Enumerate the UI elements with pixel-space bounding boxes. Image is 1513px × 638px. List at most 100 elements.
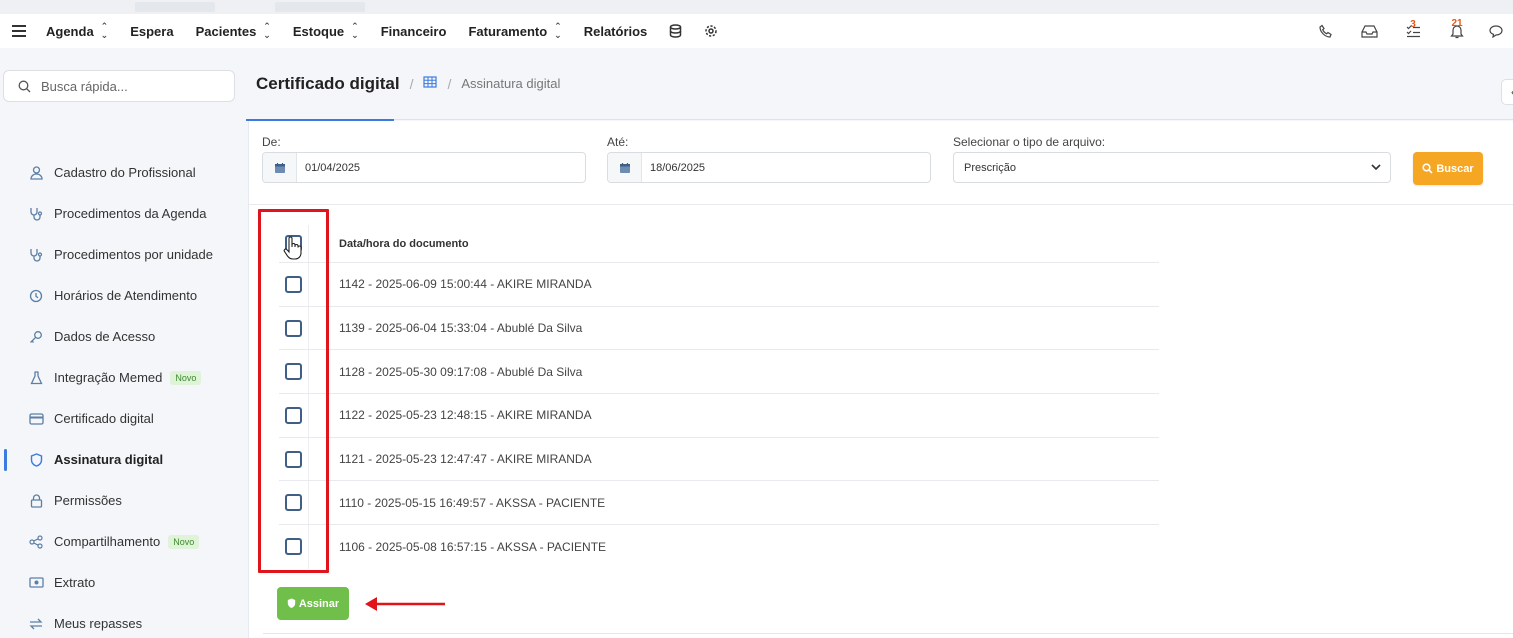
- breadcrumb-separator: /: [447, 75, 452, 92]
- chat-icon[interactable]: [1479, 24, 1513, 38]
- sidebar-item-certificado-digital[interactable]: Certificado digital: [0, 398, 246, 439]
- sidebar-item-cadastro-profissional[interactable]: Cadastro do Profissional: [0, 152, 246, 193]
- row-checkbox[interactable]: [285, 494, 302, 512]
- breadcrumb-current: Assinatura digital: [461, 76, 561, 91]
- nav-agenda[interactable]: Agenda ⌃ ⌄: [46, 22, 108, 40]
- row-checkbox-cell: [279, 437, 309, 481]
- sidebar-menu: Cadastro do Profissional Procedimentos d…: [0, 152, 246, 638]
- sidebar-item-label: Permissões: [54, 493, 122, 508]
- sidebar-item-procedimentos-agenda[interactable]: Procedimentos da Agenda: [0, 193, 246, 234]
- ghost-text: [135, 2, 215, 12]
- row-checkbox[interactable]: [285, 319, 302, 337]
- sidebar-item-permissoes[interactable]: Permissões: [0, 480, 246, 521]
- document-cell: 1110 - 2025-05-15 16:49:57 - AKSSA - PAC…: [339, 495, 606, 510]
- search-icon: [1422, 163, 1433, 174]
- nav-label: Espera: [130, 23, 174, 39]
- collapse-panel-button[interactable]: ‹: [1501, 79, 1513, 105]
- breadcrumb-separator: /: [409, 75, 414, 92]
- nav-label: Pacientes: [195, 23, 257, 39]
- sidebar-item-label: Extrato: [54, 575, 96, 590]
- sidebar-item-label: Assinatura digital: [54, 452, 164, 467]
- nav-label: Faturamento: [468, 23, 548, 39]
- table-row: 1110 - 2025-05-15 16:49:57 - AKSSA - PAC…: [279, 481, 1159, 526]
- to-date-label: Até:: [607, 135, 629, 149]
- file-type-select[interactable]: Prescrição: [953, 152, 1391, 183]
- signature-panel: De: 01/04/2025 Até: 18/06/2025 Seleciona…: [248, 121, 1513, 638]
- sign-button[interactable]: Assinar: [277, 587, 349, 620]
- nav-relatorios[interactable]: Relatórios: [584, 24, 648, 39]
- page-title[interactable]: Certificado digital: [256, 74, 400, 94]
- documents-table: Data/hora do documento 1142 - 2025-06-09…: [279, 225, 1159, 569]
- ghost-text: [275, 2, 365, 12]
- search-placeholder: Busca rápida...: [41, 78, 128, 94]
- row-checkbox-cell: [279, 481, 309, 525]
- hamburger-menu-icon[interactable]: [12, 25, 26, 37]
- sidebar-item-label: Dados de Acesso: [54, 329, 156, 344]
- gear-icon[interactable]: [704, 24, 718, 38]
- sidebar-item-dados-acesso[interactable]: Dados de Acesso: [0, 316, 246, 357]
- phone-icon[interactable]: [1303, 24, 1347, 39]
- sidebar-item-compartilhamento[interactable]: Compartilhamento Novo: [0, 521, 246, 562]
- bell-icon[interactable]: 21: [1435, 18, 1479, 39]
- key-icon: [28, 329, 44, 345]
- sort-chevrons-icon: ⌃ ⌄: [100, 21, 109, 40]
- sidebar-item-label: Procedimentos da Agenda: [54, 206, 207, 221]
- document-cell: 1106 - 2025-05-08 16:57:15 - AKSSA - PAC…: [339, 539, 607, 554]
- column-header-date: Data/hora do documento: [339, 237, 469, 250]
- row-checkbox-cell: [279, 394, 309, 437]
- inbox-icon[interactable]: [1347, 24, 1391, 38]
- top-strip: [0, 0, 1513, 14]
- table-row: 1139 - 2025-06-04 15:33:04 - Abublé Da S…: [279, 306, 1159, 351]
- table-row: 1142 - 2025-06-09 15:00:44 - AKIRE MIRAN…: [279, 263, 1159, 307]
- top-navbar: Agenda ⌃ ⌄ Espera Pacientes ⌃ ⌄ Estoque ⌃ ⌄ Fi…: [0, 14, 1513, 48]
- row-checkbox[interactable]: [285, 363, 302, 381]
- red-arrow-annotation: [365, 597, 445, 611]
- tasks-badge: 3: [1410, 18, 1416, 30]
- filter-bar: De: 01/04/2025 Até: 18/06/2025 Seleciona…: [249, 121, 1513, 205]
- sidebar-item-label: Cadastro do Profissional: [54, 165, 196, 180]
- calendar-icon: [263, 153, 297, 182]
- share-icon: [28, 534, 44, 550]
- tasks-icon[interactable]: 3: [1391, 19, 1435, 38]
- nav-faturamento[interactable]: Faturamento ⌃ ⌄: [468, 22, 561, 40]
- from-date-value: 01/04/2025: [305, 161, 361, 174]
- row-checkbox[interactable]: [285, 538, 302, 556]
- sidebar-item-assinatura-digital[interactable]: Assinatura digital: [0, 439, 246, 480]
- sidebar-item-label: Integração Memed: [54, 370, 163, 385]
- file-type-label: Selecionar o tipo de arquivo:: [953, 135, 1106, 149]
- flask-icon: [28, 370, 44, 386]
- nav-estoque[interactable]: Estoque ⌃ ⌄: [293, 22, 359, 40]
- sidebar-item-label: Procedimentos por unidade: [54, 247, 213, 262]
- nav-label: Agenda: [46, 23, 94, 39]
- sidebar-item-procedimentos-unidade[interactable]: Procedimentos por unidade: [0, 234, 246, 275]
- sort-chevrons-icon: ⌃ ⌄: [351, 21, 359, 40]
- from-date-field[interactable]: 01/04/2025: [262, 152, 586, 183]
- sidebar-item-meus-repasses[interactable]: Meus repasses: [0, 603, 246, 638]
- sidebar-item-extrato[interactable]: Extrato: [0, 562, 246, 603]
- nav-financeiro[interactable]: Financeiro: [381, 24, 447, 39]
- database-icon[interactable]: [669, 24, 682, 38]
- breadcrumb: Certificado digital / / Assinatura digit…: [246, 48, 1513, 121]
- document-cell: 1128 - 2025-05-30 09:17:08 - Abublé Da S…: [339, 364, 583, 379]
- search-button[interactable]: Buscar: [1413, 152, 1483, 185]
- nav-espera[interactable]: Espera: [130, 24, 173, 39]
- sidebar-item-label: Meus repasses: [54, 616, 143, 631]
- sidebar-item-integracao-memed[interactable]: Integração Memed Novo: [0, 357, 246, 398]
- transfer-icon: [28, 616, 44, 632]
- navbar-right-icons: 3 21: [1303, 14, 1513, 48]
- new-tag: Novo: [168, 534, 200, 549]
- grid-icon[interactable]: [423, 75, 438, 93]
- sidebar-item-label: Certificado digital: [54, 411, 154, 426]
- sidebar-item-horarios[interactable]: Horários de Atendimento: [0, 275, 246, 316]
- quick-search-input[interactable]: Busca rápida...: [3, 70, 235, 102]
- document-cell: 1139 - 2025-06-04 15:33:04 - Abublé Da S…: [339, 321, 583, 336]
- row-checkbox[interactable]: [285, 450, 302, 468]
- card-icon: [28, 411, 44, 427]
- row-checkbox[interactable]: [285, 275, 302, 293]
- nav-label: Financeiro: [380, 23, 447, 39]
- row-checkbox[interactable]: [285, 406, 302, 424]
- to-date-field[interactable]: 18/06/2025: [607, 152, 931, 183]
- nav-pacientes[interactable]: Pacientes ⌃ ⌄: [196, 22, 271, 40]
- table-row: 1121 - 2025-05-23 12:47:47 - AKIRE MIRAN…: [279, 437, 1159, 482]
- from-date-label: De:: [262, 135, 281, 149]
